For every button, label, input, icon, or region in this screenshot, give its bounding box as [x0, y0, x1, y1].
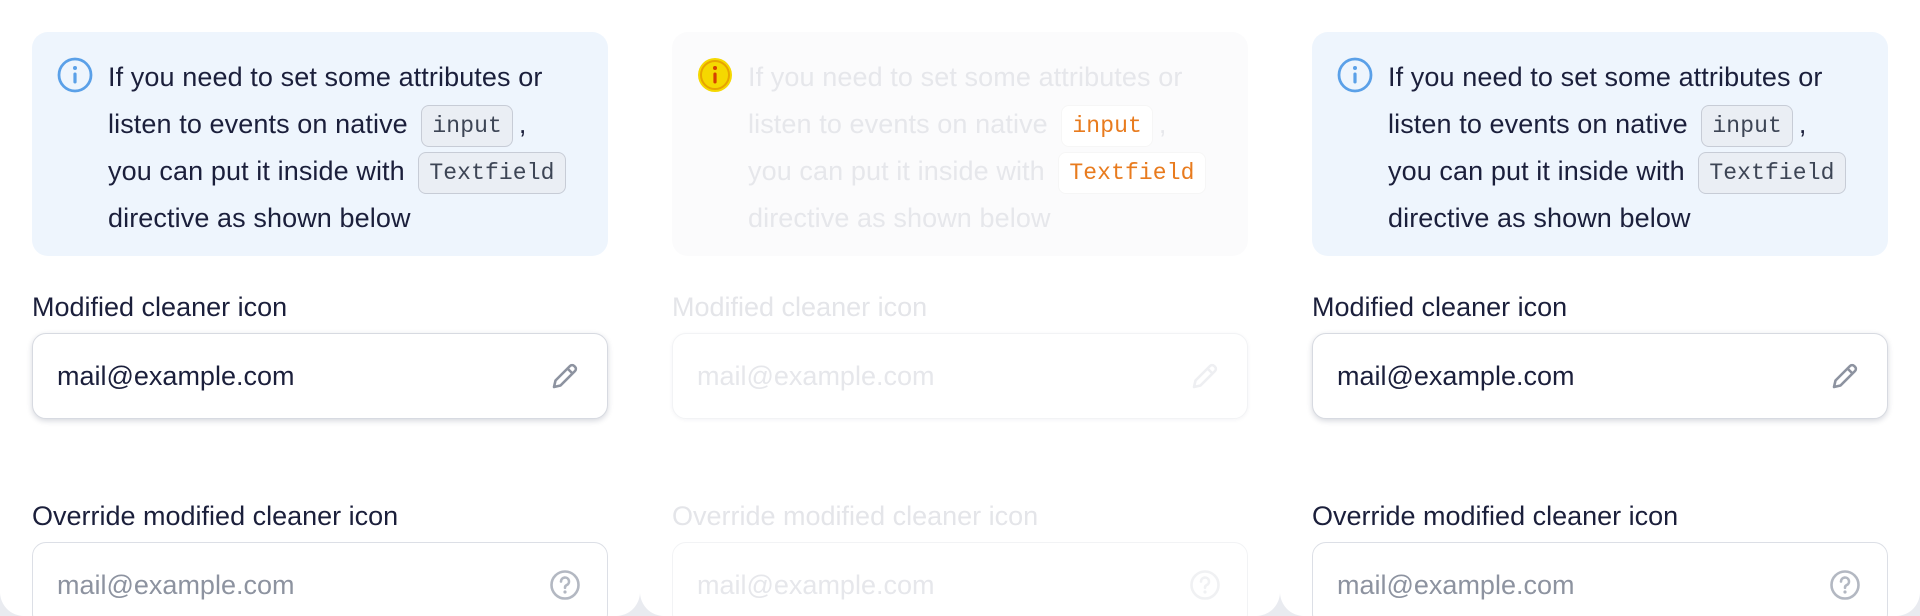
email-placeholder[interactable]: mail@example.com: [57, 570, 547, 601]
code-input: input: [421, 104, 513, 147]
notice-line: you can put it inside with: [1388, 156, 1685, 186]
email-field-override[interactable]: mail@example.com: [1312, 542, 1888, 616]
field-label-override: Override modified cleaner icon: [672, 501, 1039, 531]
notice-text: If you need to set some attributes or li…: [1388, 54, 1868, 256]
email-placeholder[interactable]: mail@example.com: [1337, 570, 1827, 601]
code-input: input: [1061, 104, 1153, 147]
pencil-icon[interactable]: [547, 358, 583, 394]
email-field-override[interactable]: mail@example.com: [32, 542, 608, 616]
email-field-modified[interactable]: mail@example.com: [672, 333, 1248, 419]
field-label-override: Override modified cleaner icon: [32, 501, 399, 531]
question-circle-icon[interactable]: [547, 567, 583, 603]
notice-line: you can put it inside with: [748, 156, 1045, 186]
code-input: input: [1701, 104, 1793, 147]
demo-panel-right: If you need to set some attributes or li…: [1280, 0, 1920, 616]
field-label-override: Override modified cleaner icon: [1312, 501, 1679, 531]
notice-line: directive as shown below: [1388, 203, 1691, 233]
code-textfield: Textfield: [1698, 151, 1846, 194]
question-circle-icon[interactable]: [1187, 567, 1223, 603]
notice-line: directive as shown below: [108, 203, 411, 233]
info-notice: If you need to set some attributes or li…: [1312, 32, 1888, 256]
code-textfield: Textfield: [1058, 151, 1206, 194]
email-value[interactable]: mail@example.com: [57, 361, 547, 392]
notice-text: If you need to set some attributes or li…: [748, 54, 1228, 256]
info-icon: [57, 57, 93, 93]
pencil-icon[interactable]: [1827, 358, 1863, 394]
email-field-modified[interactable]: mail@example.com: [1312, 333, 1888, 419]
email-field-override[interactable]: mail@example.com: [672, 542, 1248, 616]
demo-panel-left: If you need to set some attributes or li…: [0, 0, 640, 616]
info-icon: [1337, 57, 1373, 93]
demo-stage: If you need to set some attributes or li…: [0, 0, 1920, 616]
notice-comma: ,: [518, 109, 527, 139]
code-textfield: Textfield: [418, 151, 566, 194]
notice-comma: ,: [1158, 109, 1167, 139]
email-value[interactable]: mail@example.com: [697, 361, 1187, 392]
question-circle-icon[interactable]: [1827, 567, 1863, 603]
field-label-modified: Modified cleaner icon: [672, 292, 928, 322]
email-value[interactable]: mail@example.com: [1337, 361, 1827, 392]
warning-info-icon: [698, 58, 732, 92]
field-label-modified: Modified cleaner icon: [32, 292, 288, 322]
info-notice: If you need to set some attributes or li…: [32, 32, 608, 256]
notice-text: If you need to set some attributes or li…: [108, 54, 588, 256]
email-placeholder[interactable]: mail@example.com: [697, 570, 1187, 601]
notice-comma: ,: [1798, 109, 1807, 139]
pencil-icon[interactable]: [1187, 358, 1223, 394]
demo-panel-middle: If you need to set some attributes or li…: [640, 0, 1280, 616]
notice-line: you can put it inside with: [108, 156, 405, 186]
info-notice: If you need to set some attributes or li…: [672, 32, 1248, 256]
notice-line: directive as shown below: [748, 203, 1051, 233]
email-field-modified[interactable]: mail@example.com: [32, 333, 608, 419]
field-label-modified: Modified cleaner icon: [1312, 292, 1568, 322]
